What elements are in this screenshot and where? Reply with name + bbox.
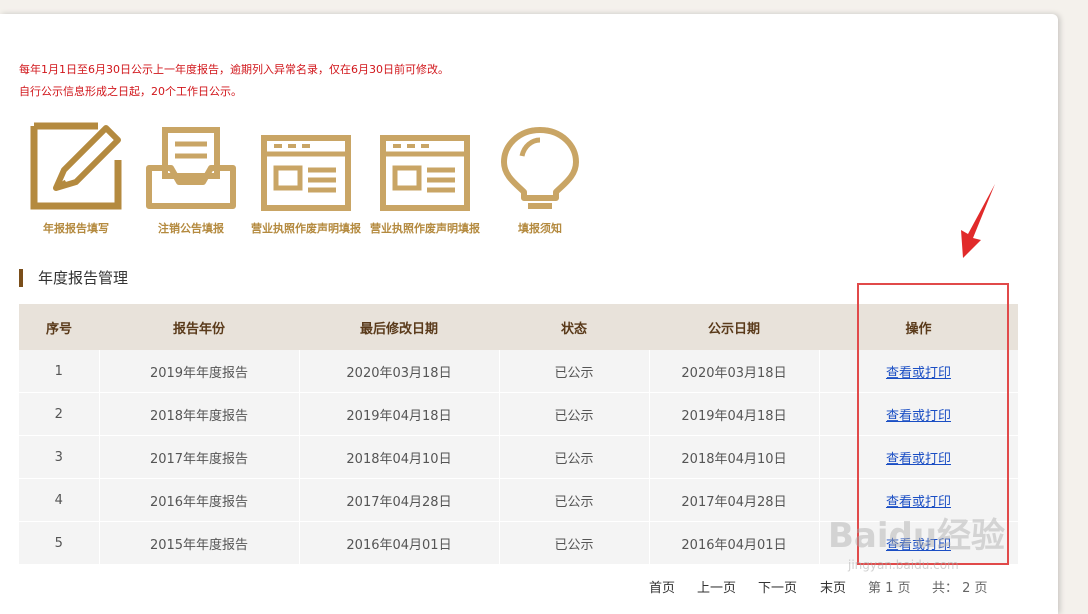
cell-status: 已公示 — [499, 392, 650, 436]
notice-line-2: 自行公示信息形成之日起，20个工作日公示。 — [19, 85, 242, 98]
col-header-no: 序号 — [19, 304, 99, 350]
last-page-link[interactable]: 末页 — [820, 577, 846, 596]
cell-published: 2016年04月01日 — [649, 521, 820, 565]
tile-cancellation-notice[interactable]: 注销公告填报 — [136, 120, 246, 236]
cell-year: 2017年年度报告 — [99, 435, 300, 479]
cell-no: 1 — [19, 350, 100, 393]
col-header-published: 公示日期 — [649, 304, 819, 350]
cell-published: 2018年04月10日 — [649, 435, 820, 479]
tile-label: 填报须知 — [518, 222, 562, 235]
next-page-link[interactable]: 下一页 — [758, 577, 797, 596]
watermark-url: jingyan.baidu.com — [848, 558, 959, 572]
lightbulb-icon — [485, 120, 595, 212]
col-header-modified: 最后修改日期 — [299, 304, 499, 350]
tile-license-void-1[interactable]: 营业执照作废声明填报 — [251, 120, 361, 236]
cell-modified: 2017年04月28日 — [299, 478, 500, 522]
cell-status: 已公示 — [499, 350, 650, 393]
cell-year: 2016年年度报告 — [99, 478, 300, 522]
tile-label: 注销公告填报 — [158, 222, 224, 235]
notice-line-1: 每年1月1日至6月30日公示上一年度报告，逾期列入异常名录，仅在6月30日前可修… — [19, 63, 449, 76]
section-title: 年度报告管理 — [19, 269, 128, 287]
cell-no: 2 — [19, 392, 100, 436]
current-page: 第 1 页 — [868, 581, 911, 596]
prev-page-link[interactable]: 上一页 — [697, 577, 736, 596]
license-card-icon — [370, 120, 480, 212]
cell-no: 4 — [19, 478, 100, 522]
cell-status: 已公示 — [499, 435, 650, 479]
watermark-brand: Baidu经验 — [828, 516, 1006, 556]
total-pages: 共： 2 页 — [932, 581, 988, 596]
cell-status: 已公示 — [499, 478, 650, 522]
arrow-annotation-icon — [961, 184, 995, 258]
cell-year: 2018年年度报告 — [99, 392, 300, 436]
tile-label: 营业执照作废声明填报 — [370, 222, 480, 235]
tile-label: 年报报告填写 — [43, 222, 109, 235]
cell-modified: 2018年04月10日 — [299, 435, 500, 479]
cell-year: 2015年年度报告 — [99, 521, 300, 565]
inbox-tray-icon — [136, 120, 246, 212]
cell-modified: 2019年04月18日 — [299, 392, 500, 436]
tile-license-void-2[interactable]: 营业执照作废声明填报 — [370, 120, 480, 236]
cell-published: 2020年03月18日 — [649, 350, 820, 393]
cell-published: 2017年04月28日 — [649, 478, 820, 522]
tile-filing-instructions[interactable]: 填报须知 — [485, 120, 595, 236]
cell-no: 3 — [19, 435, 100, 479]
cell-status: 已公示 — [499, 521, 650, 565]
cell-modified: 2016年04月01日 — [299, 521, 500, 565]
first-page-link[interactable]: 首页 — [649, 577, 675, 596]
cell-no: 5 — [19, 521, 100, 565]
tile-annual-report[interactable]: 年报报告填写 — [21, 120, 131, 236]
cell-year: 2019年年度报告 — [99, 350, 300, 393]
col-header-status: 状态 — [499, 304, 649, 350]
cell-published: 2019年04月18日 — [649, 392, 820, 436]
license-card-icon — [251, 120, 361, 212]
edit-report-icon — [21, 120, 131, 212]
tile-label: 营业执照作废声明填报 — [251, 222, 361, 235]
cell-modified: 2020年03月18日 — [299, 350, 500, 393]
col-header-year: 报告年份 — [99, 304, 299, 350]
